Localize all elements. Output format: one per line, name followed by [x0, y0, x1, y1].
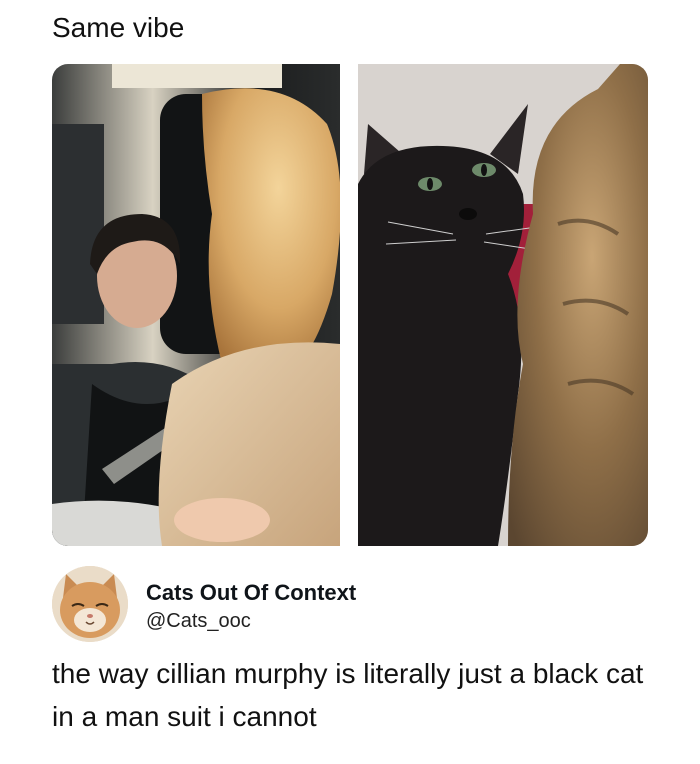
cats-image: [358, 64, 648, 546]
post-caption: Same vibe: [52, 12, 185, 43]
photo-man-on-train[interactable]: [52, 64, 340, 546]
author-handle[interactable]: @Cats_ooc: [146, 609, 251, 633]
author-display-name[interactable]: Cats Out Of Context: [146, 580, 356, 606]
photo-black-cat-and-tabby[interactable]: [358, 64, 648, 546]
man-on-train-image: [52, 64, 340, 546]
avatar[interactable]: [52, 566, 128, 642]
tweet-author[interactable]: Cats Out Of Context @Cats_ooc: [52, 566, 652, 642]
media-grid: [52, 64, 648, 546]
cat-avatar-image: [52, 566, 128, 642]
tweet-text: the way cillian murphy is literally just…: [52, 658, 644, 732]
